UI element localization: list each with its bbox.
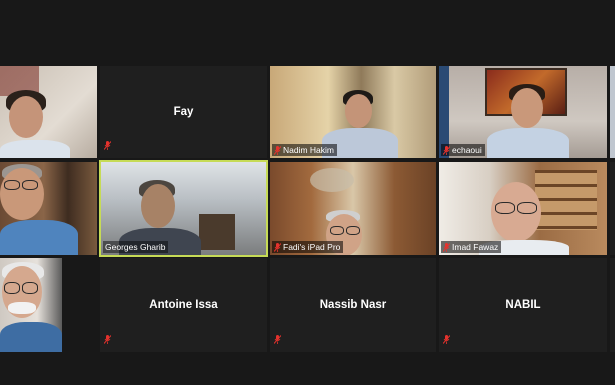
- participant-name-tag: Georges Gharib: [103, 241, 169, 253]
- participant-tile-p10[interactable]: Antoine Issa: [100, 258, 267, 352]
- participant-tile-p4[interactable]: echaoui: [439, 66, 607, 158]
- participant-name-tag: echaoui: [441, 144, 485, 156]
- bookshelf: [199, 214, 235, 250]
- participant-name: Fadi's iPad Pro: [283, 242, 341, 252]
- participant-tile-p7[interactable]: Fadi's iPad Pro: [270, 162, 436, 255]
- participant-name: Nadim Hakim: [283, 145, 335, 155]
- participant-name: NABIL: [505, 299, 541, 311]
- video-feed: [610, 66, 615, 158]
- participant-tile-p2[interactable]: Fay: [100, 66, 267, 158]
- participant-tile-p12[interactable]: NABIL: [439, 258, 607, 352]
- participant-name-tag: Fadi's iPad Pro: [272, 241, 344, 253]
- participant-tile-p3[interactable]: Nadim Hakim: [270, 66, 436, 158]
- participant-tile-p5[interactable]: [0, 162, 97, 255]
- mic-off-icon: [104, 331, 111, 349]
- mic-off-icon: [443, 145, 450, 155]
- participant-tile-p6[interactable]: Georges Gharib: [99, 160, 268, 257]
- chandelier: [310, 168, 354, 192]
- mic-off-icon: [274, 331, 281, 349]
- participant-name: Imad Fawaz: [452, 242, 499, 252]
- partial-tile-right-row1[interactable]: [610, 66, 615, 158]
- bookshelf: [535, 170, 597, 230]
- participant-name-tag: Imad Fawaz: [441, 241, 502, 253]
- participant-tile-p11[interactable]: Nassib Nasr: [270, 258, 436, 352]
- mic-off-icon: [443, 331, 450, 349]
- beard: [8, 302, 36, 314]
- partial-tile-right-row2[interactable]: [610, 162, 615, 255]
- mic-off-icon: [104, 137, 111, 155]
- participant-name: Antoine Issa: [149, 299, 218, 311]
- participant-name: Georges Gharib: [105, 242, 166, 252]
- partial-tile-right-row3[interactable]: [610, 258, 615, 352]
- participant-name: Nassib Nasr: [319, 299, 387, 311]
- mic-off-icon: [274, 145, 281, 155]
- participant-name: Fay: [173, 106, 194, 118]
- participant-tile-p8[interactable]: Imad Fawaz: [439, 162, 607, 255]
- participant-tile-p9[interactable]: [0, 258, 62, 352]
- participant-tile-p1[interactable]: [0, 66, 97, 158]
- participant-name-tag: Nadim Hakim: [272, 144, 338, 156]
- mic-off-icon: [274, 242, 281, 252]
- gallery-view: Fay Nadim Hakim echaoui Georges Gharib F…: [0, 0, 615, 385]
- participant-name: echaoui: [452, 145, 482, 155]
- mic-off-icon: [443, 242, 450, 252]
